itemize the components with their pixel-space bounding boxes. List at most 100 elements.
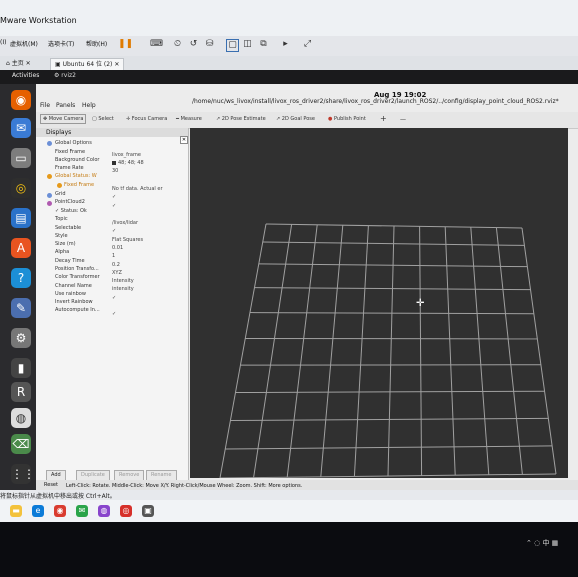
software-icon[interactable]: A xyxy=(11,238,31,258)
tree-value[interactable]: 0.2 xyxy=(112,262,120,268)
tree-value[interactable]: XYZ xyxy=(112,270,122,276)
terminal-icon[interactable]: ▸ xyxy=(280,39,291,50)
tree-label[interactable]: Fixed Frame xyxy=(64,182,94,188)
tree-label[interactable]: Style xyxy=(55,233,68,239)
status-text: Left-Click: Rotate. Middle-Click: Move X… xyxy=(66,483,303,489)
tree-label[interactable]: Autocompute In... xyxy=(55,307,100,313)
tree-label[interactable]: Size (m) xyxy=(55,241,76,247)
tree-label[interactable]: Background Color xyxy=(55,157,99,163)
edge-icon[interactable]: e xyxy=(32,505,44,517)
tree-value[interactable]: intensity xyxy=(112,286,134,292)
pause-icon[interactable]: ❚❚ xyxy=(118,39,133,50)
close-panel-icon[interactable]: ✕ xyxy=(180,136,188,144)
unity-icon[interactable]: ⧉ xyxy=(258,39,269,50)
fullscreen-icon[interactable]: ◫ xyxy=(242,39,253,50)
tree-checkbox[interactable]: ✓ xyxy=(112,311,116,317)
view-console-icon[interactable]: ▢ xyxy=(226,39,239,52)
focused-app-name[interactable]: ⚙ rviz2 xyxy=(54,72,76,79)
vmware-task-icon[interactable]: ▣ xyxy=(142,505,154,517)
vmware-titlebar xyxy=(0,0,578,36)
send-keys-icon[interactable]: ⌨ xyxy=(150,39,163,50)
tool-remove-button[interactable]: — xyxy=(400,116,406,123)
reset-button[interactable]: Reset xyxy=(44,482,58,488)
tree-label[interactable]: Use rainbow xyxy=(55,291,86,297)
menu-vm[interactable]: 虚拟机(M) xyxy=(10,39,38,48)
app-icon[interactable]: ◍ xyxy=(98,505,110,517)
tree-label[interactable]: Alpha xyxy=(55,249,69,255)
rviz-icon[interactable]: R xyxy=(11,382,31,402)
ubuntu-topbar xyxy=(0,70,578,84)
tree-checkbox[interactable]: ✓ xyxy=(112,228,116,234)
manage-snapshots-icon[interactable]: ⛁ xyxy=(204,39,215,50)
tree-label[interactable]: Decay Time xyxy=(55,258,85,264)
ubuntu-dock: ◉ ✉ ▭ ◎ ▤ A ? ✎ ⚙ ▮ R ◍ ⌫ ⋮⋮ xyxy=(0,84,36,492)
show-apps-icon[interactable]: ⋮⋮ xyxy=(11,464,35,484)
tab-home[interactable]: ⌂ 主页 ✕ xyxy=(2,58,35,70)
tree-label[interactable]: Fixed Frame xyxy=(55,149,85,155)
tree-value[interactable]: No tf data. Actual er xyxy=(112,186,163,192)
thunderbird-icon[interactable]: ✉ xyxy=(11,118,31,138)
settings-icon[interactable]: ⚙ xyxy=(11,328,31,348)
wechat-icon[interactable]: ✉ xyxy=(76,505,88,517)
rhythmbox-icon[interactable]: ◎ xyxy=(11,178,31,198)
tree-value[interactable]: 48; 48; 48 xyxy=(118,160,144,166)
tree-value[interactable]: Flat Squares xyxy=(112,237,143,243)
pointcloud-icon xyxy=(47,201,52,206)
writer-icon[interactable]: ▤ xyxy=(11,208,31,228)
tool-add-button[interactable]: + xyxy=(380,114,387,123)
tree-checkbox[interactable]: ✓ xyxy=(112,295,116,301)
render-viewport[interactable]: ✛ xyxy=(190,128,568,478)
revert-icon[interactable]: ↺ xyxy=(188,39,199,50)
tree-value[interactable]: 30 xyxy=(112,168,118,174)
tree-checkbox[interactable]: ✓ xyxy=(112,203,116,209)
tree-value[interactable]: livox_frame xyxy=(112,152,141,158)
tree-label[interactable]: Channel Name xyxy=(55,283,92,289)
tree-value[interactable]: 0.01 xyxy=(112,245,123,251)
menu-rviz-file[interactable]: File xyxy=(40,102,50,109)
snapshot-icon[interactable]: ⏲ xyxy=(172,39,183,50)
tree-label[interactable]: Global Options xyxy=(55,140,92,146)
activities-button[interactable]: Activities xyxy=(12,72,39,79)
help-icon[interactable]: ? xyxy=(11,268,31,288)
text-editor-icon[interactable]: ✎ xyxy=(11,298,31,318)
tree-label[interactable]: ✓ Status: Ok xyxy=(55,208,87,214)
tree-label[interactable]: Invert Rainbow xyxy=(55,299,93,305)
tool-publish-point[interactable]: ● Publish Point xyxy=(328,116,366,122)
tree-label[interactable]: Topic xyxy=(55,216,68,222)
files-icon[interactable]: ▭ xyxy=(11,148,31,168)
grid-line xyxy=(286,224,318,478)
tree-label[interactable]: Selectable xyxy=(55,225,81,231)
menu-rviz-panels[interactable]: Panels xyxy=(56,102,75,109)
menu-tabs[interactable]: 选项卡(T) xyxy=(48,39,74,48)
tree-label[interactable]: Color Transformer xyxy=(55,274,100,280)
tree-value[interactable]: /livox/lidar xyxy=(112,220,138,226)
terminal-dock-icon[interactable]: ▮ xyxy=(11,358,31,378)
menu-file[interactable]: (I) xyxy=(0,39,6,46)
tool-select[interactable]: ▢ Select xyxy=(92,116,114,122)
menu-help[interactable]: 帮助(H) xyxy=(86,39,107,48)
tree-label[interactable]: Position Transfo... xyxy=(55,266,99,272)
tool-focus-camera[interactable]: ✛ Focus Camera xyxy=(126,116,167,122)
tree-checkbox[interactable]: ✓ xyxy=(112,194,116,200)
tool-2d-pose-estimate[interactable]: ↗ 2D Pose Estimate xyxy=(216,116,266,122)
tree-label[interactable]: PointCloud2 xyxy=(55,199,85,205)
netease-icon[interactable]: ◎ xyxy=(120,505,132,517)
input-language[interactable]: 中 xyxy=(542,539,549,547)
grid-line xyxy=(470,227,490,475)
tree-value[interactable]: 1 xyxy=(112,253,115,259)
tree-label[interactable]: Frame Rate xyxy=(55,165,84,171)
tree-label[interactable]: Global Status: W xyxy=(55,173,97,179)
tool-measure[interactable]: ━ Measure xyxy=(176,116,202,122)
tree-label[interactable]: Grid xyxy=(55,191,66,197)
tool-move-camera[interactable]: ✥ Move Camera xyxy=(40,114,87,124)
tool-2d-goal-pose[interactable]: ↗ 2D Goal Pose xyxy=(276,116,315,122)
explorer-icon[interactable]: ▬ xyxy=(10,505,22,517)
menu-rviz-help[interactable]: Help xyxy=(82,102,96,109)
chrome-icon[interactable]: ◉ xyxy=(54,505,66,517)
tree-value[interactable]: Intensity xyxy=(112,278,134,284)
trash-icon[interactable]: ⌫ xyxy=(11,434,31,454)
stretch-icon[interactable]: ⤢ xyxy=(302,39,313,50)
disc-icon[interactable]: ◍ xyxy=(11,408,31,428)
grid-line xyxy=(235,390,545,394)
firefox-icon[interactable]: ◉ xyxy=(11,90,31,110)
